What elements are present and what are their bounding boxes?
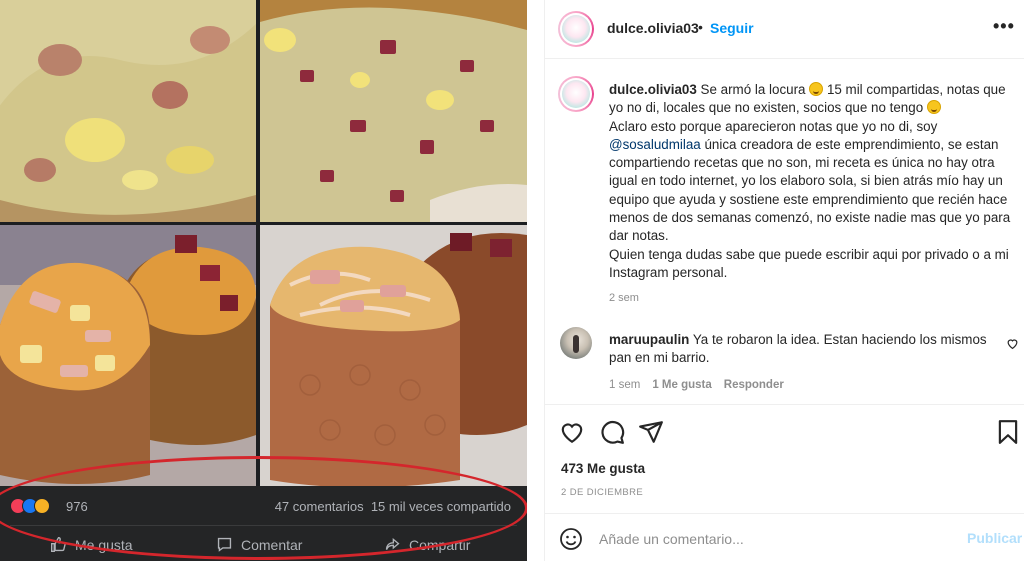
author-avatar[interactable] xyxy=(558,11,594,47)
post-side-panel: dulce.olivia03 • Seguir ••• dulce.olivia… xyxy=(544,0,1024,561)
author-username[interactable]: dulce.olivia03 xyxy=(607,20,699,36)
comment-like-heart-icon[interactable] xyxy=(1006,337,1019,350)
post-date[interactable]: 2 DE DICIEMBRE xyxy=(561,487,643,498)
post-photo: 976 47 comentarios 15 mil veces comparti… xyxy=(0,0,527,561)
comment-text: maruupaulin Ya te robaron la idea. Estan… xyxy=(609,332,987,366)
bread-slice-photo-1 xyxy=(0,0,256,222)
post-media[interactable]: 976 47 comentarios 15 mil veces comparti… xyxy=(0,0,544,561)
highlight-circle-annotation xyxy=(0,456,527,560)
caption-username[interactable]: dulce.olivia03 xyxy=(609,82,697,97)
follow-button[interactable]: Seguir xyxy=(710,20,754,36)
comment-likes-count[interactable]: 1 Me gusta xyxy=(652,379,711,391)
caption-timestamp[interactable]: 2 sem xyxy=(609,292,639,304)
muffin-bread-photo-2 xyxy=(260,225,527,486)
emoji-picker-icon[interactable] xyxy=(559,527,583,551)
save-bookmark-icon[interactable] xyxy=(995,419,1021,445)
header-separator: • xyxy=(698,19,703,35)
comment-icon[interactable] xyxy=(599,419,625,445)
comment-input[interactable] xyxy=(599,528,939,550)
laughing-emoji-icon xyxy=(926,100,941,115)
comment-item: maruupaulin Ya te robaron la idea. Estan… xyxy=(545,322,1024,402)
comment-meta: 1 sem 1 Me gusta Responder xyxy=(609,379,784,391)
post-header: dulce.olivia03 • Seguir ••• xyxy=(545,0,1024,59)
mention-link[interactable]: @sosaludmilaa xyxy=(609,137,701,152)
comment-timestamp[interactable]: 1 sem xyxy=(609,379,640,391)
commenter-avatar[interactable] xyxy=(560,327,592,359)
more-options-icon[interactable]: ••• xyxy=(993,16,1015,37)
reply-button[interactable]: Responder xyxy=(724,379,784,391)
caption-text: dulce.olivia03 Se armó la locura 15 mil … xyxy=(609,82,1011,280)
likes-count[interactable]: 473 Me gusta xyxy=(561,461,645,476)
caption-author-avatar[interactable] xyxy=(558,76,594,112)
publish-button[interactable]: Publicar xyxy=(967,530,1022,546)
laughing-emoji-icon xyxy=(809,82,824,96)
bread-slice-photo-2 xyxy=(260,0,527,222)
post-actions: 473 Me gusta 2 DE DICIEMBRE Publicar xyxy=(545,404,1024,561)
like-heart-icon[interactable] xyxy=(559,419,585,445)
commenter-username[interactable]: maruupaulin xyxy=(609,332,689,347)
share-direct-icon[interactable] xyxy=(638,419,664,445)
muffin-bread-photo-1 xyxy=(0,225,256,486)
add-comment-bar: Publicar xyxy=(545,513,1024,561)
